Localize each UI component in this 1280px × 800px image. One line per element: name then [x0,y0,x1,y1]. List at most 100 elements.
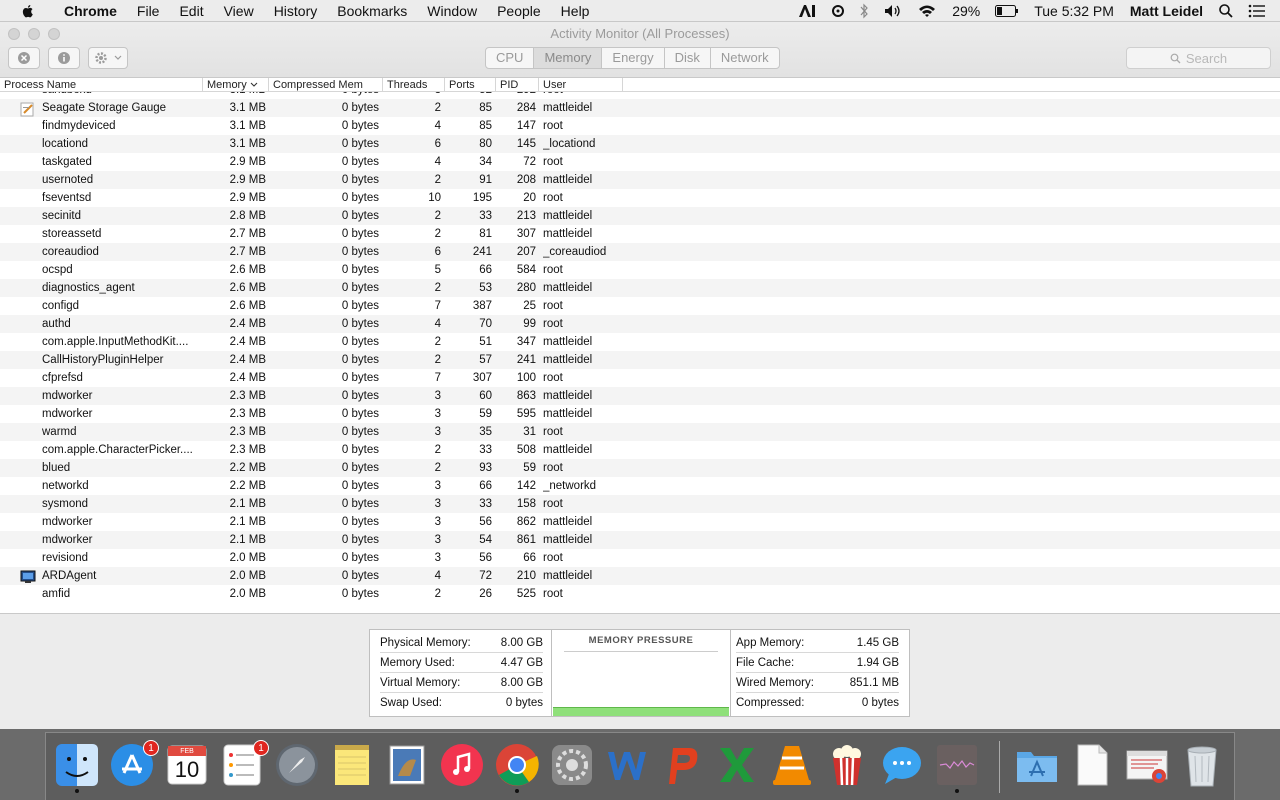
battery-icon[interactable] [995,5,1019,17]
menu-help[interactable]: Help [551,3,600,19]
adobe-icon[interactable] [797,3,817,19]
action-menu-button[interactable] [88,47,128,69]
menu-edit[interactable]: Edit [169,3,213,19]
table-row[interactable]: findmydeviced 3.1 MB 0 bytes 4 85 147 root [0,117,1280,135]
powerpoint-icon[interactable] [659,742,705,788]
process-name: revisiond [42,552,89,564]
table-row[interactable]: mdworker 2.3 MB 0 bytes 3 59 595 mattleidel [0,405,1280,423]
applications-folder-icon[interactable] [1014,742,1060,788]
table-row[interactable]: networkd 2.2 MB 0 bytes 3 66 142 _networkd [0,477,1280,495]
document-icon[interactable] [1069,742,1115,788]
app-store-icon[interactable]: 1 [109,740,159,788]
chrome-icon[interactable] [494,742,540,793]
reminders-icon[interactable]: 1 [219,740,269,788]
tab-disk[interactable]: Disk [665,48,711,68]
process-compressed-mem: 0 bytes [341,120,379,132]
process-compressed-mem: 0 bytes [341,444,379,456]
apple-menu-icon[interactable] [20,3,36,19]
wifi-icon[interactable] [917,3,937,19]
table-row[interactable]: configd 2.6 MB 0 bytes 7 387 25 root [0,297,1280,315]
preview-icon[interactable] [384,742,430,788]
tab-cpu[interactable]: CPU [486,48,535,68]
table-row[interactable]: CallHistoryPluginHelper 2.4 MB 0 bytes 2 57 2… [0,351,1280,369]
table-row[interactable]: blued 2.2 MB 0 bytes 2 93 59 root [0,459,1280,477]
system-preferences-icon[interactable] [549,742,595,788]
process-compressed-mem: 0 bytes [341,192,379,204]
search-field[interactable]: Search [1126,47,1271,69]
process-compressed-mem: 0 bytes [341,552,379,564]
table-row[interactable]: amfid 2.0 MB 0 bytes 2 26 525 root [0,585,1280,603]
table-row[interactable]: usernoted 2.9 MB 0 bytes 2 91 208 mattleidel [0,171,1280,189]
table-row[interactable]: ocspd 2.6 MB 0 bytes 5 66 584 root [0,261,1280,279]
process-memory: 2.4 MB [229,354,266,366]
memory-pressure-bar [553,707,729,716]
menu-history[interactable]: History [264,3,328,19]
clock[interactable]: Tue 5:32 PM [1034,3,1114,19]
table-row[interactable]: storeassetd 2.7 MB 0 bytes 2 81 307 mattleidel [0,225,1280,243]
table-row[interactable]: secinitd 2.8 MB 0 bytes 2 33 213 mattleidel [0,207,1280,225]
column-pid[interactable]: PID [496,78,539,92]
process-pid: 207 [516,246,536,258]
table-row[interactable]: ARDAgent 2.0 MB 0 bytes 4 72 210 mattleidel [0,567,1280,585]
table-row[interactable]: cfprefsd 2.4 MB 0 bytes 7 307 100 root [0,369,1280,387]
excel-icon[interactable] [714,742,760,788]
menu-app-name[interactable]: Chrome [54,3,127,19]
spotlight-search-icon[interactable] [1218,3,1234,19]
column-ports[interactable]: Ports [445,78,496,92]
table-row[interactable]: coreaudiod 2.7 MB 0 bytes 6 241 207 _coreaudio… [0,243,1280,261]
table-row[interactable]: com.apple.CharacterPicker.... 2.3 MB 0 byt… [0,441,1280,459]
table-row[interactable]: revisiond 2.0 MB 0 bytes 3 56 66 root [0,549,1280,567]
activity-monitor-icon[interactable] [934,742,980,793]
column-user[interactable]: User [539,78,623,92]
process-ports: 35 [479,426,492,438]
quit-process-button[interactable] [8,47,40,69]
trash-icon[interactable] [1179,742,1225,788]
tab-memory[interactable]: Memory [534,48,603,68]
tab-energy[interactable]: Energy [602,48,665,68]
messages-icon[interactable] [879,742,925,788]
table-row[interactable]: mdworker 2.3 MB 0 bytes 3 60 863 mattleidel [0,387,1280,405]
process-memory: 2.7 MB [229,228,266,240]
table-row[interactable]: diagnostics_agent 2.6 MB 0 bytes 2 53 280 matt… [0,279,1280,297]
column-threads[interactable]: Threads [383,78,445,92]
table-row[interactable]: mdworker 2.1 MB 0 bytes 3 54 861 mattleidel [0,531,1280,549]
chrome-download-icon[interactable] [1124,742,1170,788]
calendar-icon[interactable]: FEB 10 [164,742,210,788]
volume-icon[interactable] [883,3,903,19]
itunes-icon[interactable] [439,742,485,788]
table-row[interactable]: taskgated 2.9 MB 0 bytes 4 34 72 root [0,153,1280,171]
launchpad-icon[interactable] [274,742,320,788]
table-row[interactable]: sandboxd3.1 MB 0 bytes 3 52 292 root [0,92,1280,99]
column-process-name[interactable]: Process Name [0,78,203,92]
stat-label: Swap Used: [380,697,443,709]
process-threads: 10 [428,192,441,204]
menu-file[interactable]: File [127,3,170,19]
process-memory: 3.1 MB [229,120,266,132]
table-row[interactable]: com.apple.InputMethodKit.... 2.4 MB 0 byte… [0,333,1280,351]
table-row[interactable]: authd 2.4 MB 0 bytes 4 70 99 root [0,315,1280,333]
popcorn-time-icon[interactable] [824,742,870,788]
notification-center-icon[interactable] [1248,4,1266,18]
table-row[interactable]: warmd 2.3 MB 0 bytes 3 35 31 root [0,423,1280,441]
notes-icon[interactable] [329,742,375,788]
word-icon[interactable] [604,742,650,788]
process-compressed-mem: 0 bytes [341,408,379,420]
gear-status-icon[interactable] [831,3,845,19]
inspect-process-button[interactable] [48,47,80,69]
finder-icon[interactable] [54,742,100,793]
table-row[interactable]: sysmond 2.1 MB 0 bytes 3 33 158 root [0,495,1280,513]
menu-people[interactable]: People [487,3,551,19]
user-name[interactable]: Matt Leidel [1130,3,1203,19]
table-row[interactable]: fseventsd 2.9 MB 0 bytes 10 195 20 root [0,189,1280,207]
vlc-icon[interactable] [769,742,815,788]
table-row[interactable]: mdworker 2.1 MB 0 bytes 3 56 862 mattleidel [0,513,1280,531]
column-compressed-mem[interactable]: Compressed Mem [269,78,383,92]
menu-window[interactable]: Window [417,3,487,19]
table-row[interactable]: locationd 3.1 MB 0 bytes 6 80 145 _locationd [0,135,1280,153]
bluetooth-icon[interactable] [859,3,869,19]
table-row[interactable]: Seagate Storage Gauge 3.1 MB 0 bytes 2 85 284… [0,99,1280,117]
menu-bookmarks[interactable]: Bookmarks [327,3,417,19]
tab-network[interactable]: Network [711,48,779,68]
column-memory[interactable]: Memory [203,78,269,92]
menu-view[interactable]: View [214,3,264,19]
